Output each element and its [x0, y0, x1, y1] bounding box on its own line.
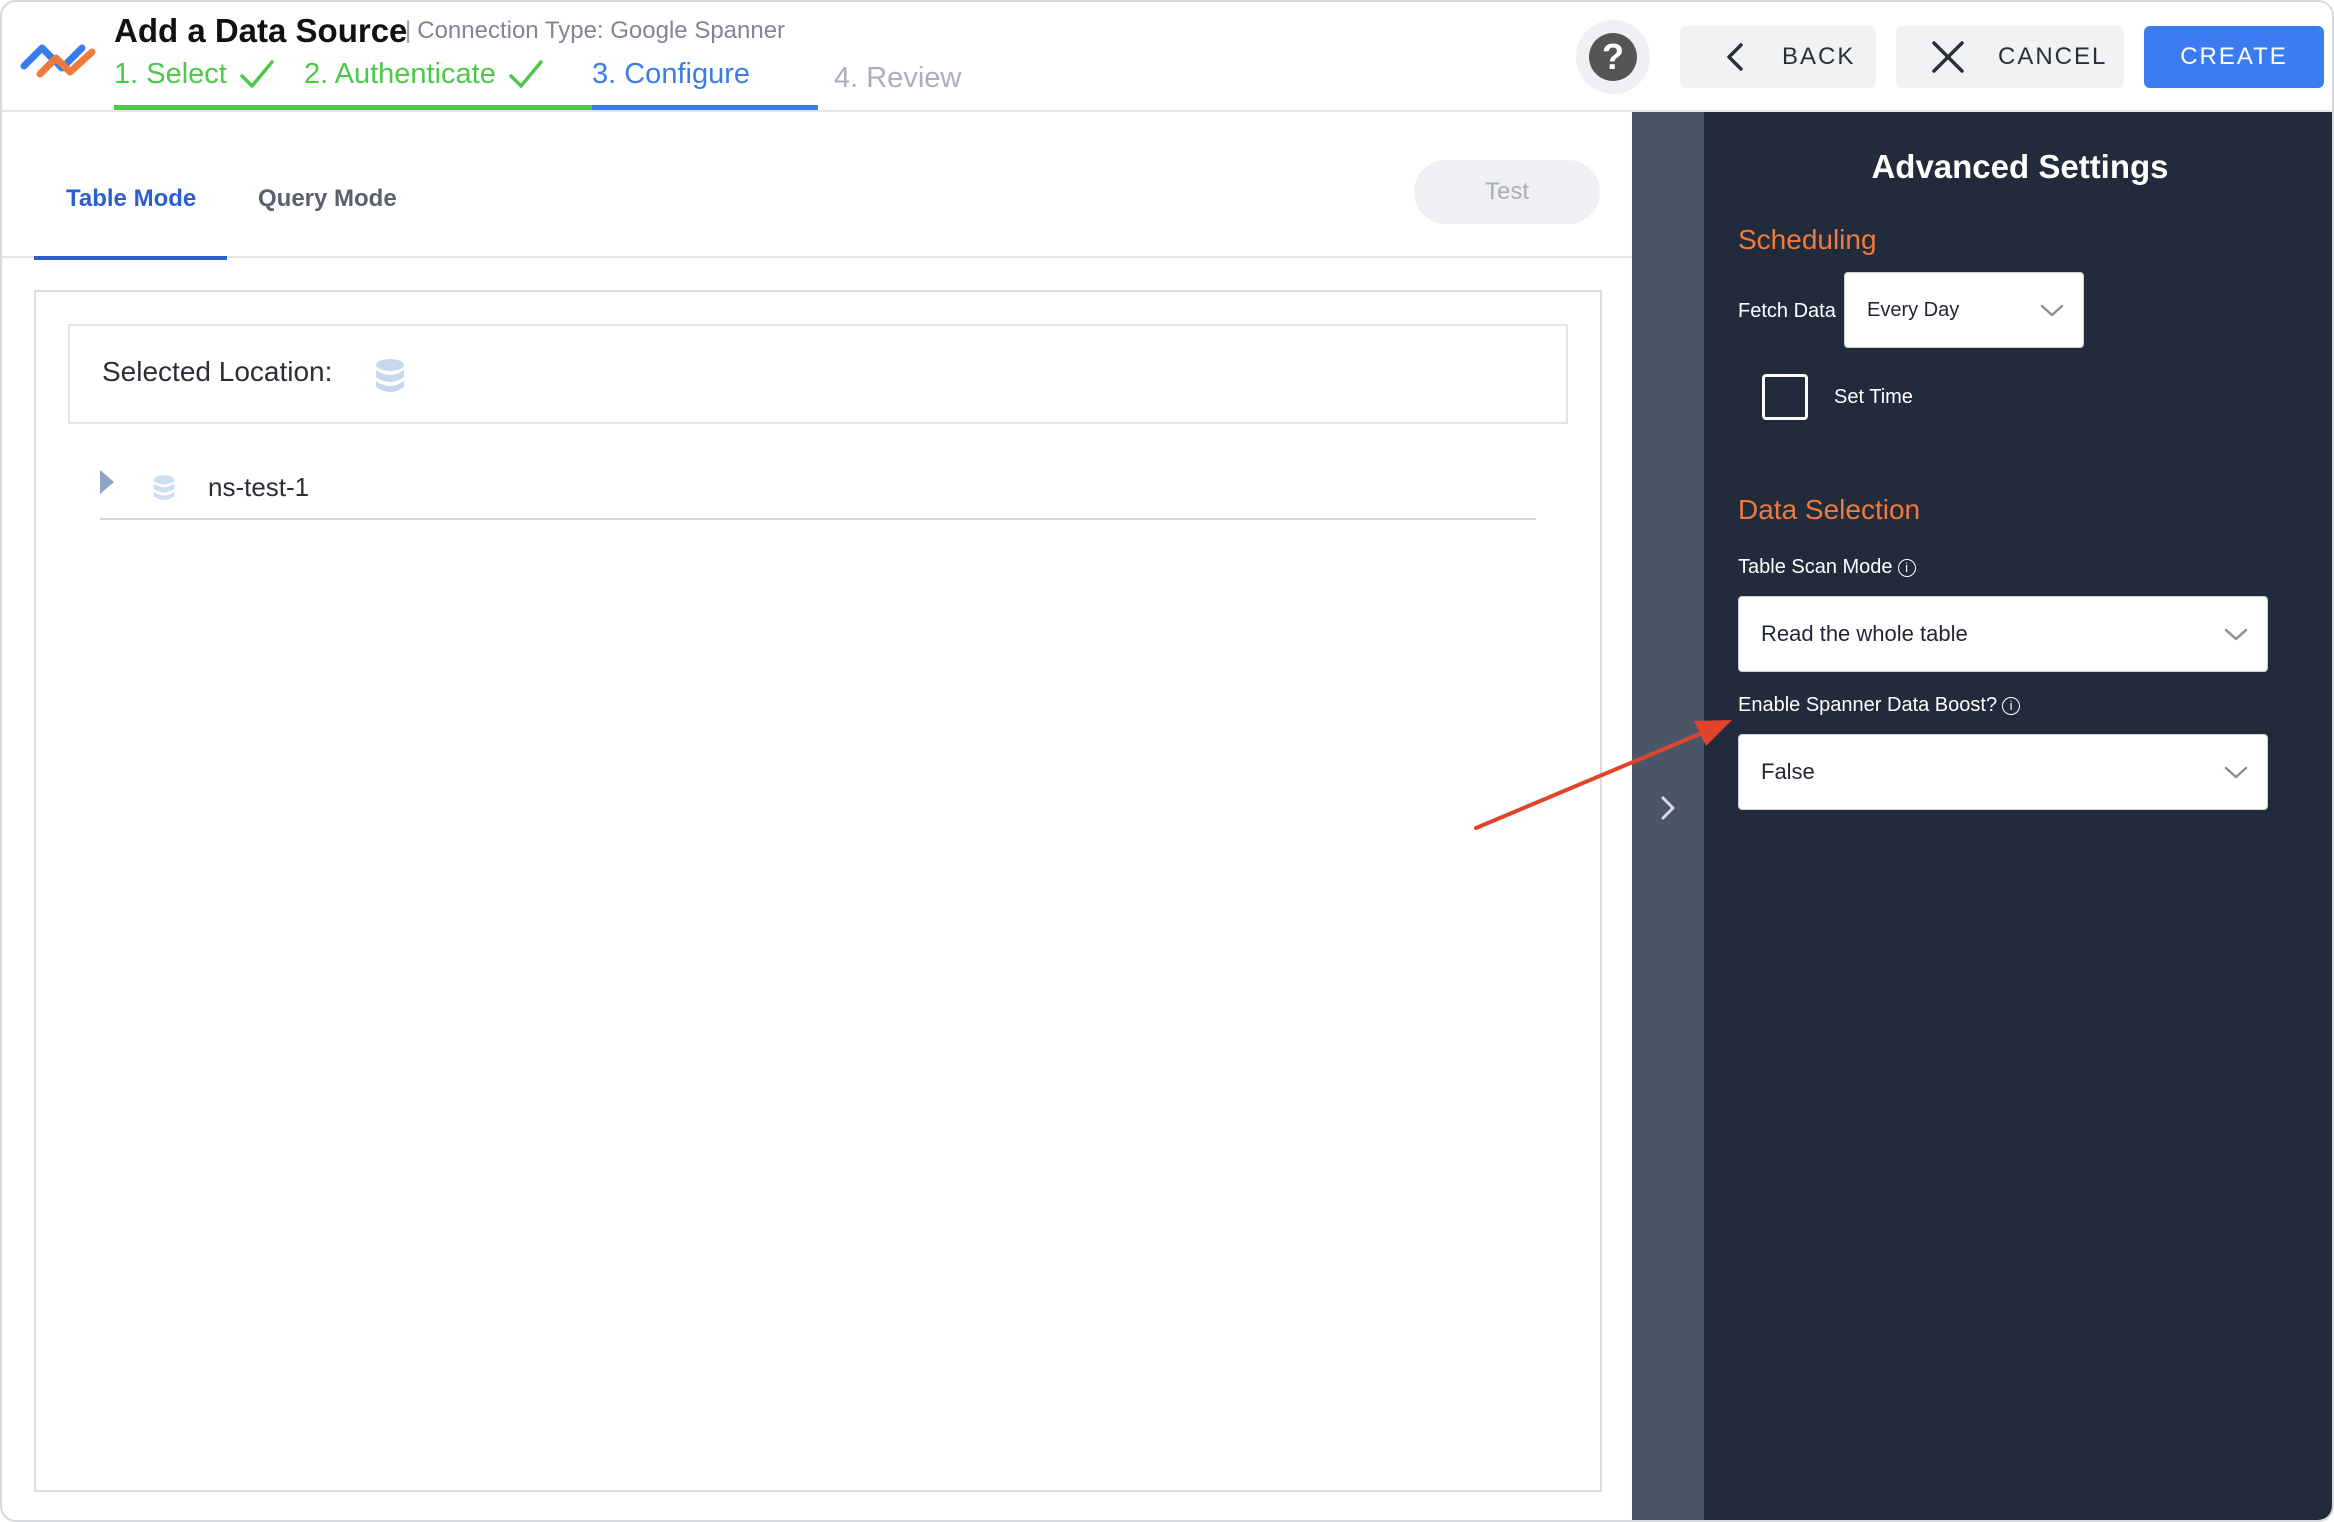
database-icon — [153, 475, 175, 500]
selected-location-box: Selected Location: — [68, 324, 1568, 424]
advanced-settings-panel: Advanced Settings Scheduling Fetch Data … — [1704, 112, 2332, 1520]
step-select[interactable]: 1. Select — [114, 58, 296, 110]
step-configure-label: 3. Configure — [592, 58, 750, 90]
step-configure-progress — [592, 105, 818, 110]
fetch-data-label: Fetch Data — [1738, 300, 1836, 322]
step-select-label: 1. Select — [114, 58, 227, 90]
tab-query-mode[interactable]: Query Mode — [258, 112, 397, 258]
close-icon — [1932, 41, 1964, 73]
header: Add a Data Source | Connection Type: Goog… — [2, 2, 2332, 114]
step-review-label: 4. Review — [834, 62, 962, 94]
location-panel: Selected Location: ns-test-1 — [34, 290, 1602, 1492]
app-logo-icon — [20, 44, 96, 78]
set-time-checkbox[interactable] — [1762, 374, 1808, 420]
question-mark-icon: ? — [1589, 33, 1637, 81]
selected-location-label: Selected Location: — [102, 356, 333, 387]
active-tab-indicator — [34, 256, 227, 260]
tab-query-mode-label: Query Mode — [258, 185, 397, 212]
chevron-right-icon — [1661, 796, 1675, 820]
connection-type: | Connection Type: Google Spanner — [405, 17, 785, 45]
tree-item-label: ns-test-1 — [208, 472, 310, 502]
page-title: Add a Data Source — [114, 12, 408, 49]
info-icon[interactable]: i — [2002, 697, 2021, 715]
expand-caret-icon[interactable] — [100, 470, 114, 494]
advanced-settings-title: Advanced Settings — [1871, 148, 2169, 185]
help-button[interactable]: ? — [1576, 20, 1650, 94]
data-selection-heading: Data Selection — [1738, 494, 1921, 525]
chevron-down-icon — [2224, 766, 2248, 779]
data-boost-text: Enable Spanner Data Boost? — [1738, 694, 1998, 716]
create-button[interactable]: CREATE — [2144, 26, 2324, 88]
table-scan-mode-value: Read the whole table — [1761, 621, 1968, 646]
title-separator: | — [405, 17, 412, 44]
data-boost-value: False — [1761, 759, 1815, 784]
step-authenticate[interactable]: 2. Authenticate — [296, 58, 592, 110]
cancel-button[interactable]: CANCEL — [1896, 26, 2124, 88]
tab-table-mode[interactable]: Table Mode — [34, 112, 227, 260]
data-boost-label: Enable Spanner Data Boost? i — [1738, 694, 2021, 717]
tab-table-mode-label: Table Mode — [66, 185, 197, 212]
test-button[interactable]: Test — [1414, 160, 1600, 224]
fetch-frequency-select[interactable]: Every Day — [1844, 272, 2084, 348]
fetch-frequency-value: Every Day — [1867, 299, 1960, 321]
back-button[interactable]: BACK — [1680, 26, 1876, 88]
tree-item[interactable]: ns-test-1 — [100, 460, 1536, 520]
cancel-label: CANCEL — [1998, 43, 2108, 70]
database-icon — [376, 359, 404, 392]
check-icon — [509, 60, 543, 88]
table-scan-mode-text: Table Scan Mode — [1738, 556, 1893, 578]
mode-tabs: Table Mode Query Mode — [2, 112, 1632, 260]
table-scan-mode-select[interactable]: Read the whole table — [1738, 596, 2268, 672]
set-time-label: Set Time — [1834, 386, 1913, 408]
chevron-left-icon — [1727, 43, 1743, 71]
app-window: Add a Data Source | Connection Type: Goog… — [0, 0, 2334, 1522]
scheduling-heading: Scheduling — [1738, 224, 1877, 255]
step-authenticate-progress — [296, 105, 592, 110]
chevron-down-icon — [2224, 628, 2248, 641]
step-select-progress — [114, 105, 296, 110]
step-review[interactable]: 4. Review — [834, 62, 961, 114]
info-icon[interactable]: i — [1897, 559, 1916, 577]
step-authenticate-label: 2. Authenticate — [304, 58, 496, 90]
table-scan-mode-label: Table Scan Mode i — [1738, 556, 1916, 579]
connection-type-label: Connection Type: Google Spanner — [417, 17, 786, 44]
chevron-down-icon — [2040, 304, 2064, 317]
data-boost-select[interactable]: False — [1738, 734, 2268, 810]
check-icon — [240, 60, 274, 88]
collapse-panel-handle[interactable] — [1632, 112, 1704, 1520]
back-label: BACK — [1782, 43, 1856, 70]
step-configure[interactable]: 3. Configure — [592, 58, 818, 110]
